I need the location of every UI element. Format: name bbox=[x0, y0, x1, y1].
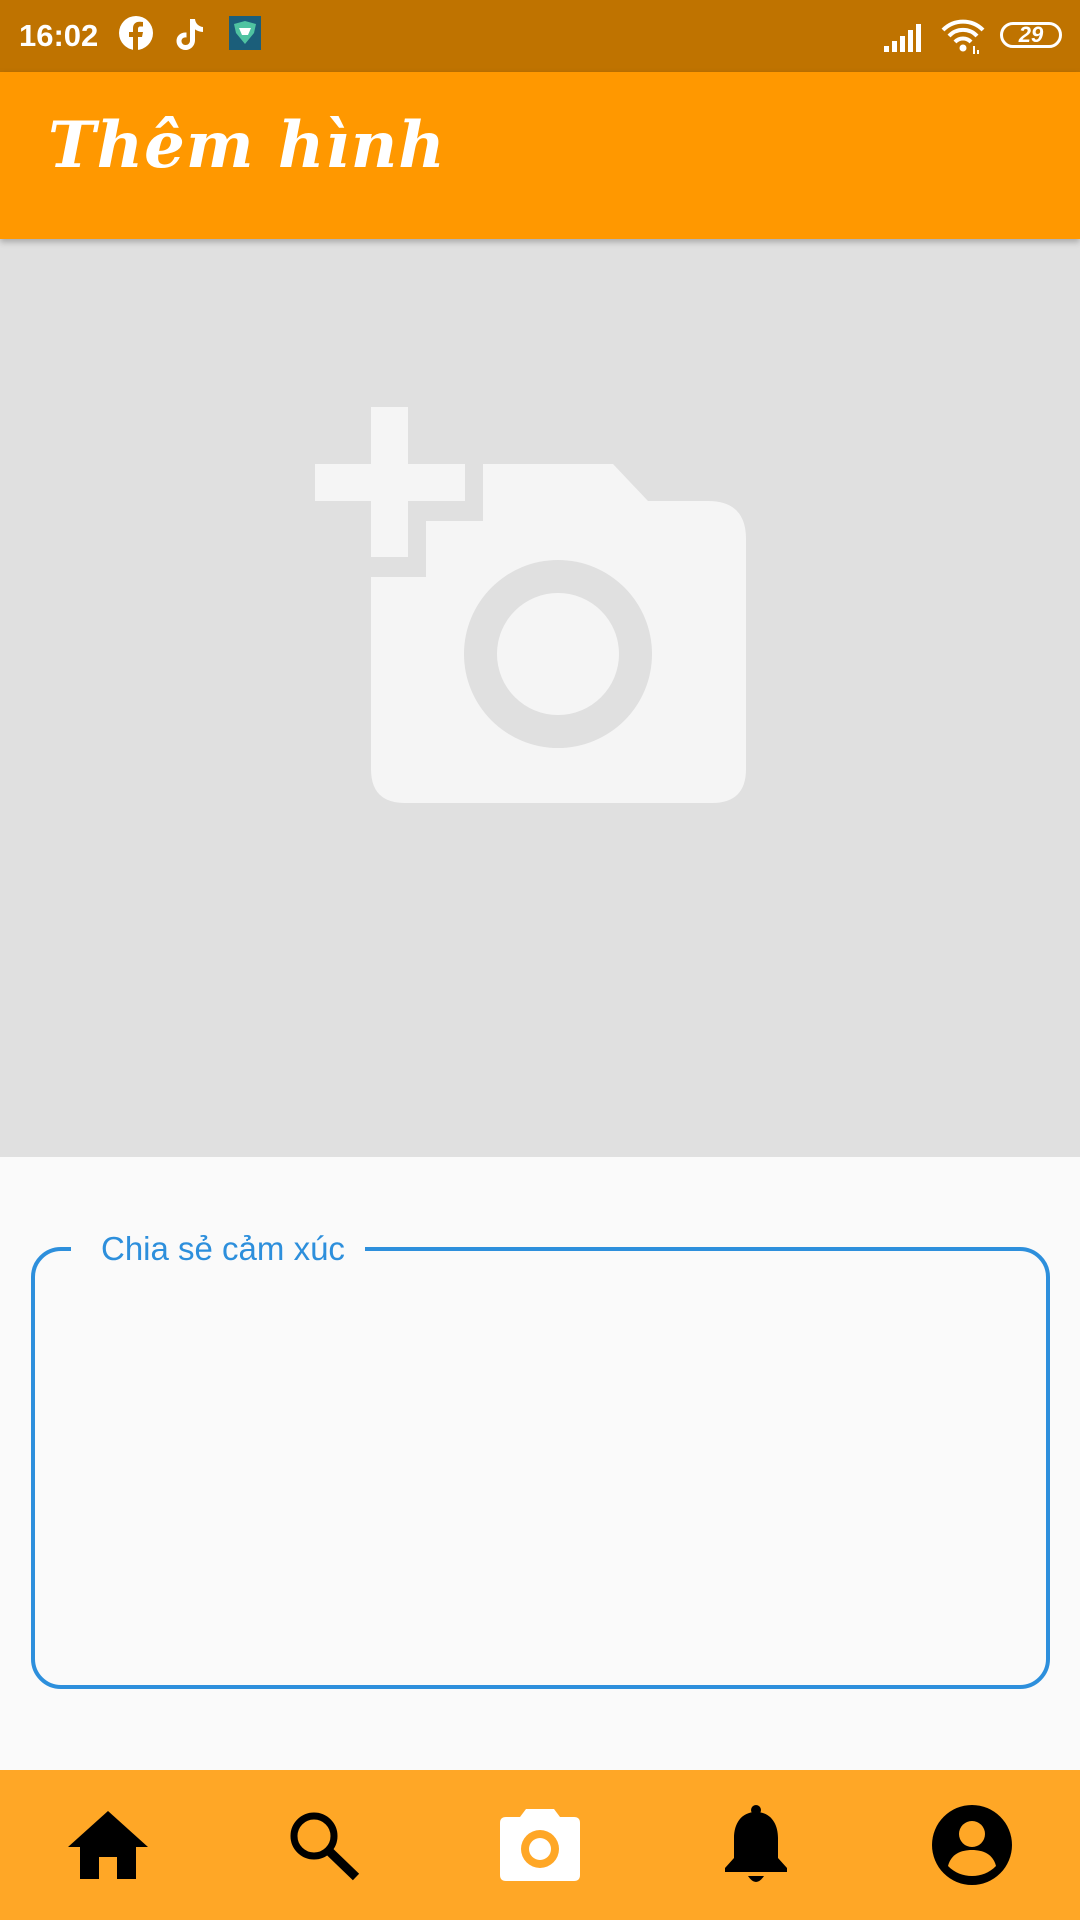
add-photo-icon[interactable] bbox=[310, 407, 750, 807]
caption-area: Chia sẻ cảm xúc bbox=[0, 1157, 1080, 1770]
nav-notifications[interactable] bbox=[706, 1795, 806, 1895]
status-bar: 16:02 29 bbox=[0, 0, 1080, 72]
caption-label: Chia sẻ cảm xúc bbox=[71, 1225, 365, 1273]
wifi-icon bbox=[941, 19, 985, 54]
nav-account[interactable] bbox=[922, 1795, 1022, 1895]
nav-search[interactable] bbox=[274, 1795, 374, 1895]
app-bar: Thêm hình bbox=[0, 72, 1080, 239]
battery-icon: 29 bbox=[1000, 22, 1062, 48]
bottom-nav bbox=[0, 1770, 1080, 1920]
facebook-icon bbox=[119, 16, 153, 51]
bell-icon bbox=[725, 1805, 787, 1882]
camera-icon bbox=[500, 1809, 580, 1881]
app-badge-icon bbox=[229, 16, 261, 50]
tiktok-icon bbox=[176, 19, 203, 50]
search-icon bbox=[290, 1812, 360, 1881]
nav-home[interactable] bbox=[58, 1795, 158, 1895]
account-icon bbox=[932, 1805, 1012, 1885]
status-time: 16:02 bbox=[19, 18, 99, 53]
image-picker[interactable] bbox=[0, 239, 1080, 1157]
nav-camera[interactable] bbox=[490, 1795, 590, 1895]
signal-icon bbox=[884, 24, 921, 52]
caption-input[interactable]: Chia sẻ cảm xúc bbox=[31, 1225, 1050, 1689]
home-icon bbox=[68, 1811, 148, 1879]
page-title: Thêm hình bbox=[48, 108, 446, 183]
